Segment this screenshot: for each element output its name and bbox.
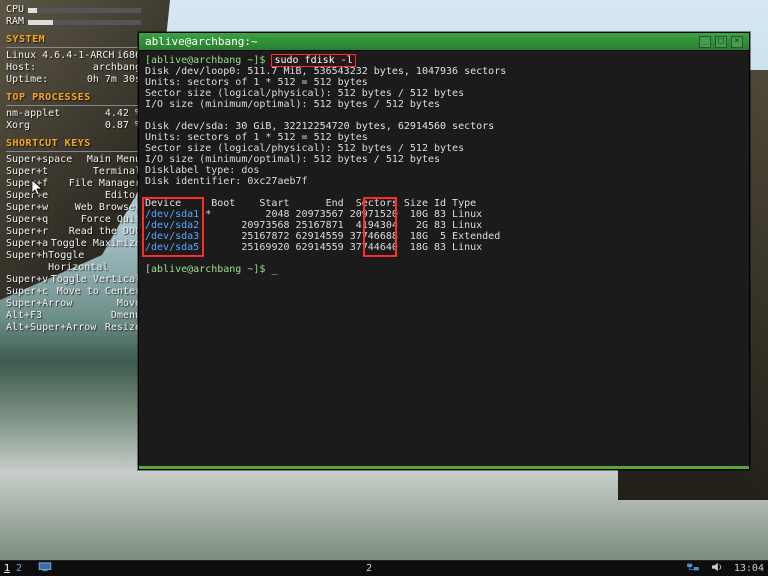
sector-line: Sector size (logical/physical): 512 byte… xyxy=(145,88,464,99)
maximize-button[interactable]: □ xyxy=(715,36,727,48)
shortcut-row: Super+eEditor xyxy=(6,190,141,202)
shortcut-row: Super+wWeb Browser xyxy=(6,202,141,214)
network-icon[interactable] xyxy=(686,562,700,575)
shortcut-row: Super+fFile Manager xyxy=(6,178,141,190)
table-header: Device Boot Start End Sectors Size Id Ty… xyxy=(145,198,476,209)
cpu-label: CPU xyxy=(6,4,24,16)
shortcut-row: Super+vToggle Vertical xyxy=(6,274,141,286)
host: archbang xyxy=(93,62,141,74)
system-heading: SYSTEM xyxy=(6,34,141,46)
shortcut-row: Super+tTerminal xyxy=(6,166,141,178)
shortcut-row: Super+cMove to Center xyxy=(6,286,141,298)
io-line: I/O size (minimum/optimal): 512 bytes / … xyxy=(145,99,440,110)
taskbar-center: 2 xyxy=(366,563,372,574)
units-line2: Units: sectors of 1 * 512 = 512 bytes xyxy=(145,132,368,143)
terminal-title: ablive@archbang:~ xyxy=(145,35,258,48)
disk-loop-header: Disk /dev/loop0: 511.7 MiB, 536543232 by… xyxy=(145,66,506,77)
host-row: Host: archbang xyxy=(6,62,141,74)
terminal-window[interactable]: ablive@archbang:~ _ □ × [ablive@archbang… xyxy=(138,32,750,470)
divider xyxy=(6,47,141,48)
diskid-line: Disk identifier: 0xc27aeb7f xyxy=(145,176,308,187)
shortcut-heading: SHORTCUT KEYS xyxy=(6,138,141,150)
host-label: Host: xyxy=(6,62,36,74)
shortcut-row: Alt+Super+ArrowResize xyxy=(6,322,141,334)
ram-bar xyxy=(28,20,141,25)
terminal-titlebar[interactable]: ablive@archbang:~ _ □ × xyxy=(139,33,749,50)
close-button[interactable]: × xyxy=(731,36,743,48)
taskbar-right: 13:04 xyxy=(686,562,764,575)
minimize-button[interactable]: _ xyxy=(699,36,711,48)
uptime: 0h 7m 30s xyxy=(87,74,141,86)
prompt-user: [ablive@archbang xyxy=(145,55,247,66)
taskbar-left: 12 xyxy=(4,562,52,575)
top-heading: TOP PROCESSES xyxy=(6,92,141,104)
divider xyxy=(6,151,141,152)
desktop: CPU RAM SYSTEM Linux 4.6.4-1-ARCH i686 H… xyxy=(0,0,768,576)
workspace-1[interactable]: 1 xyxy=(4,563,10,574)
volume-icon[interactable] xyxy=(710,562,724,575)
shortcut-row: Alt+F3Dmenu xyxy=(6,310,141,322)
kernel-row: Linux 4.6.4-1-ARCH i686 xyxy=(6,50,141,62)
partition-rows: /dev/sda1 * 2048 20973567 20971520 10G 8… xyxy=(145,209,500,253)
shortcut-row: Super+spaceMain Menu xyxy=(6,154,141,166)
process-row: Xorg0.87 % xyxy=(6,120,141,132)
units-line: Units: sectors of 1 * 512 = 512 bytes xyxy=(145,77,368,88)
sector-line2: Sector size (logical/physical): 512 byte… xyxy=(145,143,464,154)
uptime-row: Uptime: 0h 7m 30s xyxy=(6,74,141,86)
window-buttons: _ □ × xyxy=(699,36,743,48)
monitor-icon[interactable] xyxy=(38,562,52,575)
conky-overlay: CPU RAM SYSTEM Linux 4.6.4-1-ARCH i686 H… xyxy=(6,4,141,334)
io-line2: I/O size (minimum/optimal): 512 bytes / … xyxy=(145,154,440,165)
shortcut-row: Super+qForce Quit xyxy=(6,214,141,226)
shortcut-row: Super+ArrowMove xyxy=(6,298,141,310)
cpu-meter: CPU xyxy=(6,4,141,16)
prompt-path: ~]$ xyxy=(247,55,271,66)
shortcut-row: Super+rRead the DOC xyxy=(6,226,141,238)
kernel: Linux 4.6.4-1-ARCH xyxy=(6,50,114,62)
clock: 13:04 xyxy=(734,563,764,574)
terminal-body[interactable]: [ablive@archbang ~]$ sudo fdisk -l Disk … xyxy=(139,50,749,469)
shortcut-row: Super+hToggle Horizontal xyxy=(6,250,141,274)
divider xyxy=(6,105,141,106)
disklabel-line: Disklabel type: dos xyxy=(145,165,259,176)
workspace-2[interactable]: 2 xyxy=(16,563,22,574)
cpu-bar xyxy=(28,8,141,13)
ram-label: RAM xyxy=(6,16,24,28)
shortcut-row: Super+aToggle Maximize xyxy=(6,238,141,250)
prompt2: [ablive@archbang ~]$ xyxy=(145,264,271,275)
ram-meter: RAM xyxy=(6,16,141,28)
process-row: nm-applet4.42 % xyxy=(6,108,141,120)
disk-sda-header: Disk /dev/sda: 30 GiB, 32212254720 bytes… xyxy=(145,121,494,132)
cursor: _ xyxy=(271,264,277,275)
taskbar[interactable]: 12 2 13:04 xyxy=(0,560,768,576)
uptime-label: Uptime: xyxy=(6,74,48,86)
